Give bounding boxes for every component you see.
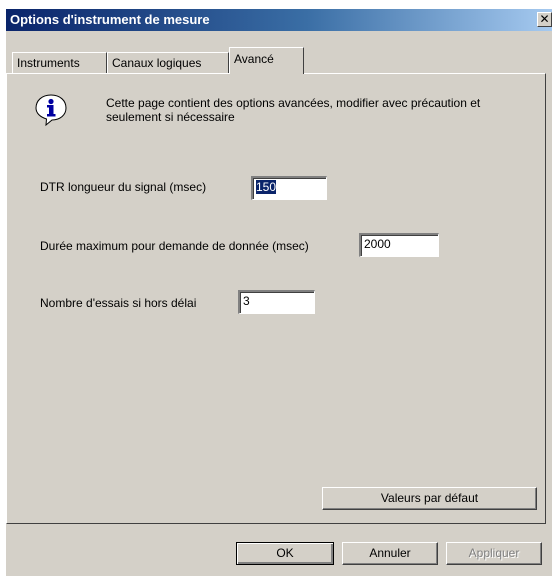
retries-value: 3 bbox=[243, 294, 250, 308]
info-message: Cette page contient des options avancées… bbox=[106, 96, 481, 124]
tab-canaux-logiques[interactable]: Canaux logiques bbox=[107, 52, 229, 73]
retries-label: Nombre d'essais si hors délai bbox=[40, 296, 197, 310]
title-bar[interactable]: Options d'instrument de mesure ✕ bbox=[6, 9, 552, 31]
info-icon bbox=[35, 94, 67, 127]
tab-instruments[interactable]: Instruments bbox=[12, 52, 107, 73]
dtr-label: DTR longueur du signal (msec) bbox=[40, 180, 207, 194]
dtr-input[interactable]: 150 bbox=[251, 176, 327, 200]
tab-label: Canaux logiques bbox=[112, 56, 202, 70]
cancel-button[interactable]: Annuler bbox=[342, 542, 438, 565]
close-icon[interactable]: ✕ bbox=[537, 12, 552, 27]
ok-button[interactable]: OK bbox=[236, 542, 334, 565]
defaults-button[interactable]: Valeurs par défaut bbox=[322, 487, 537, 510]
apply-button[interactable]: Appliquer bbox=[446, 542, 542, 565]
max-duration-label: Durée maximum pour demande de donnée (ms… bbox=[40, 239, 309, 253]
tab-avance[interactable]: Avancé bbox=[229, 47, 304, 74]
max-duration-value: 2000 bbox=[364, 237, 391, 251]
window-title: Options d'instrument de mesure bbox=[10, 12, 210, 27]
tab-label: Avancé bbox=[234, 52, 274, 66]
dtr-value: 150 bbox=[256, 180, 277, 194]
retries-input[interactable]: 3 bbox=[238, 290, 315, 314]
tab-label: Instruments bbox=[17, 56, 80, 70]
max-duration-input[interactable]: 2000 bbox=[359, 233, 439, 257]
